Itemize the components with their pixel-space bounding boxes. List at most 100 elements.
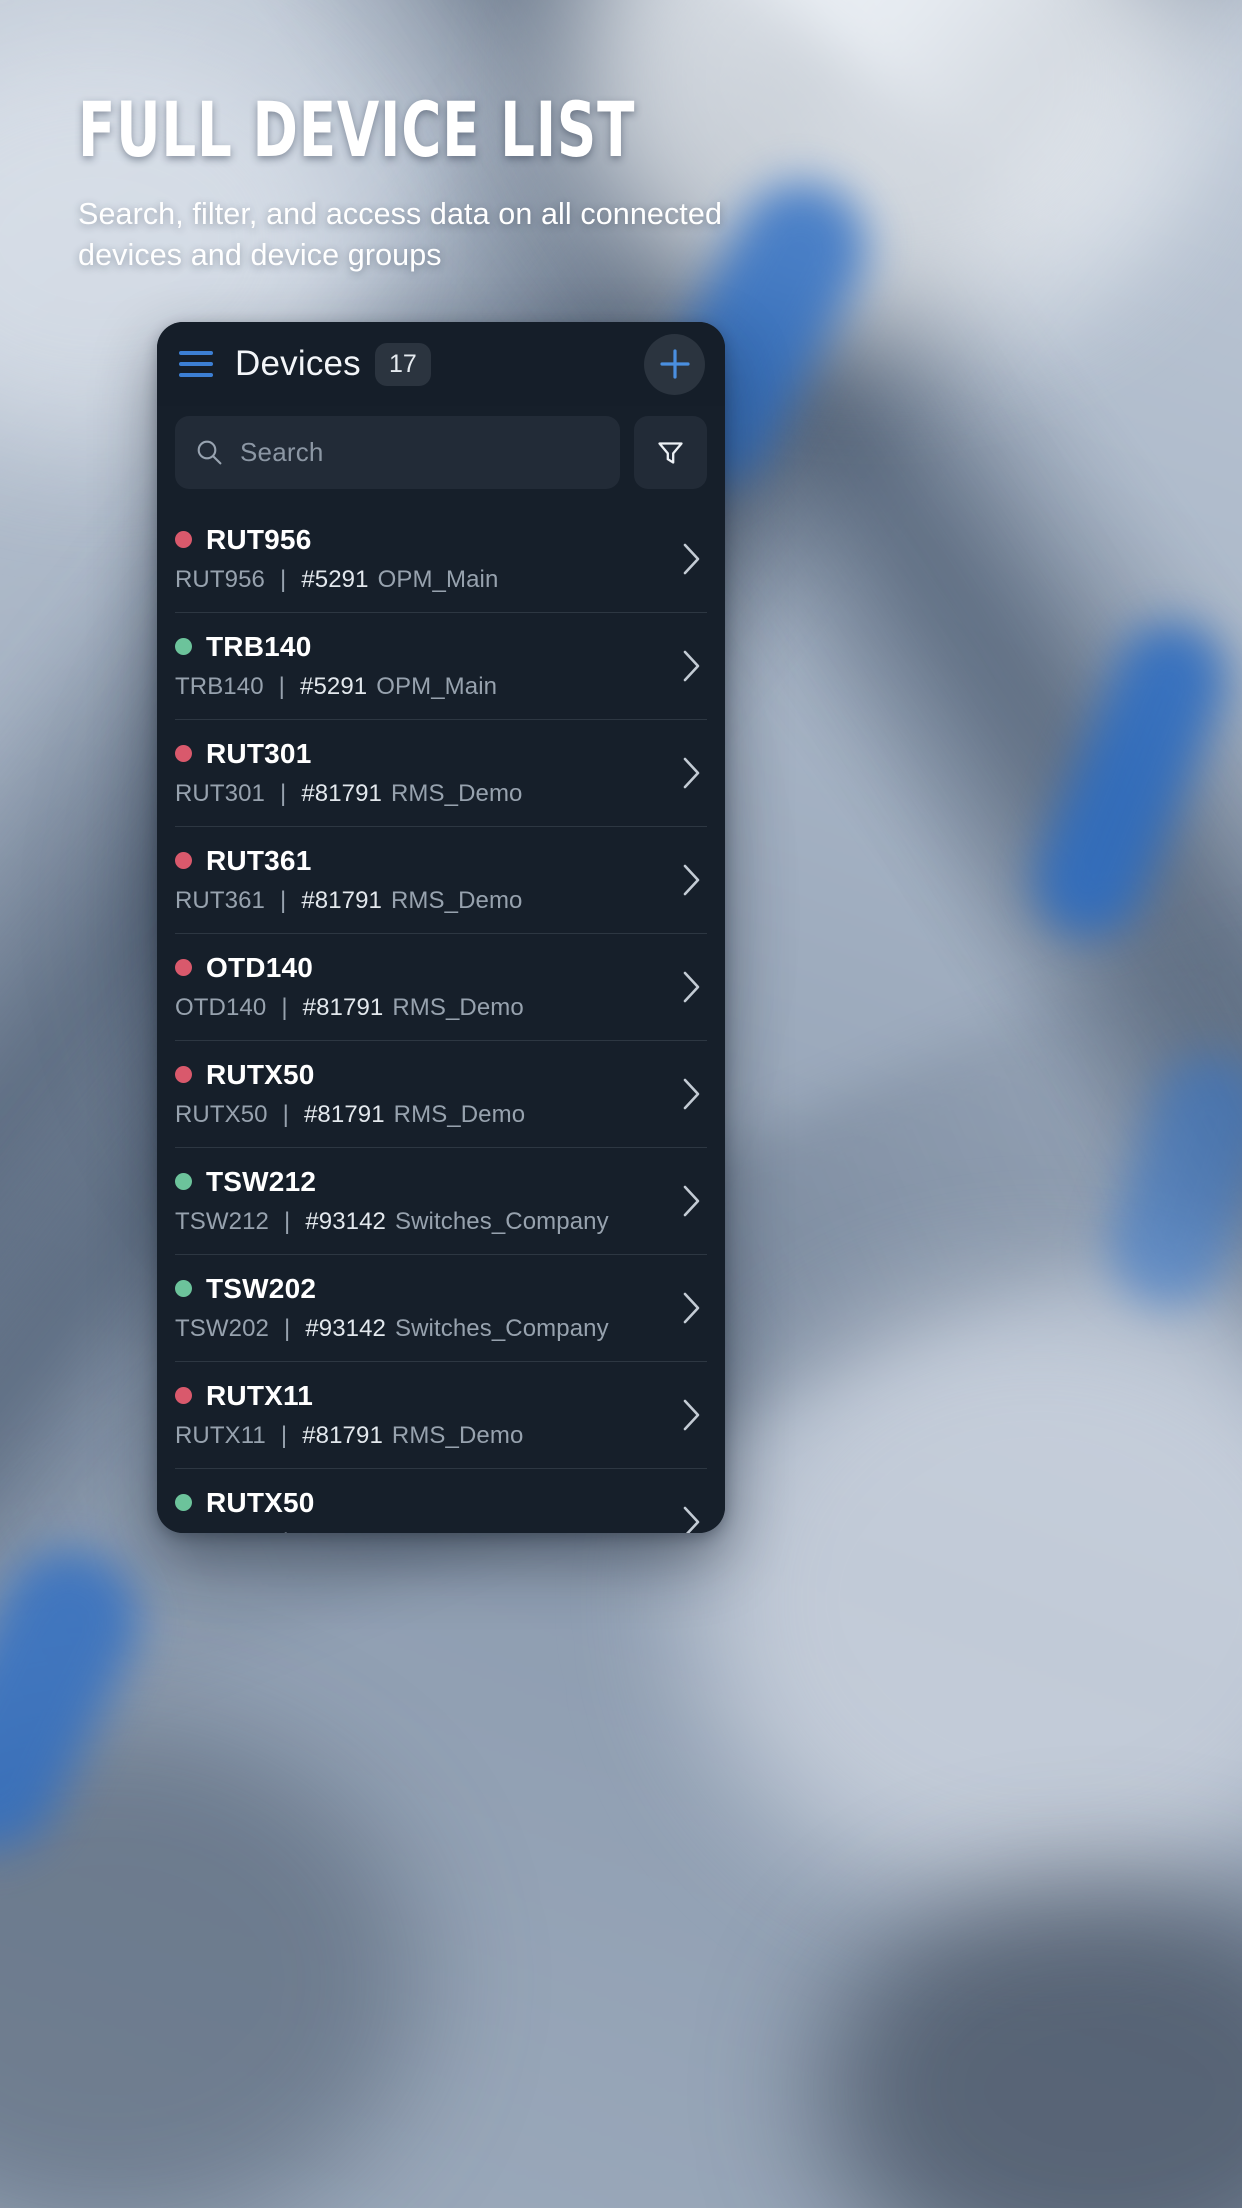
device-list-item[interactable]: RUT361 RUT361 | #81791 RMS_Demo	[157, 826, 725, 933]
device-group: RMS_Demo	[391, 886, 523, 914]
device-model: TSW202	[175, 1314, 269, 1342]
plus-icon	[659, 349, 690, 379]
device-row-content: OTD140 OTD140 | #81791 RMS_Demo	[175, 952, 667, 1022]
status-indicator-dot	[175, 531, 192, 548]
chevron-right-icon[interactable]	[681, 1291, 703, 1325]
device-meta-separator: |	[283, 1314, 291, 1342]
device-row-content: RUT361 RUT361 | #81791 RMS_Demo	[175, 845, 667, 915]
status-indicator-dot	[175, 1280, 192, 1297]
chevron-right-icon[interactable]	[681, 1505, 703, 1534]
device-id: #81791	[302, 1421, 383, 1449]
device-meta-separator: |	[282, 1100, 289, 1128]
app-title: Devices	[235, 344, 361, 383]
filter-button[interactable]	[634, 416, 707, 489]
device-name: OTD140	[206, 951, 314, 983]
device-group: RMS_Demo	[394, 1529, 526, 1534]
device-meta-separator: |	[279, 886, 287, 914]
chevron-right-icon[interactable]	[681, 542, 703, 576]
page-subtitle: Search, filter, and access data on all c…	[78, 197, 723, 272]
hamburger-menu-icon[interactable]	[179, 351, 213, 377]
device-list-item[interactable]: RUTX50 RUTX50 | #81791 RMS_Demo	[157, 1468, 725, 1533]
device-list-item[interactable]: RUTX11 RUTX11 | #81791 RMS_Demo	[157, 1361, 725, 1468]
device-id: #93142	[305, 1207, 386, 1235]
device-group: OPM_Main	[376, 672, 498, 700]
phone-mockup: Devices 17 Search RUT956 RUT956 | #5291 OPM_…	[157, 322, 725, 1533]
device-model: TSW212	[175, 1207, 269, 1235]
device-model: RUTX50	[175, 1529, 268, 1534]
search-input[interactable]: Search	[175, 416, 620, 489]
device-meta: RUT956 | #5291 OPM_Main	[175, 566, 667, 594]
device-meta-separator: |	[283, 1529, 289, 1534]
status-indicator-dot	[175, 638, 192, 655]
device-row-content: RUT301 RUT301 | #81791 RMS_Demo	[175, 738, 667, 808]
device-meta: TSW202 | #93142 Switches_Company	[175, 1315, 667, 1343]
device-row-header: RUTX50	[175, 1487, 667, 1519]
device-model: RUT956	[175, 565, 265, 593]
device-list-item[interactable]: RUT956 RUT956 | #5291 OPM_Main	[157, 505, 725, 612]
device-group: Switches_Company	[395, 1207, 609, 1235]
device-row-header: OTD140	[175, 952, 667, 984]
device-group: OPM_Main	[377, 565, 499, 593]
device-row-header: RUT301	[175, 738, 667, 770]
device-list-item[interactable]: OTD140 OTD140 | #81791 RMS_Demo	[157, 933, 725, 1040]
device-row-header: TRB140	[175, 631, 667, 663]
device-row-content: TSW202 TSW202 | #93142 Switches_Company	[175, 1273, 667, 1343]
device-group: RMS_Demo	[393, 1100, 526, 1128]
device-row-content: TRB140 TRB140 | #5291 OPM_Main	[175, 631, 667, 701]
device-meta-separator: |	[281, 993, 288, 1021]
device-meta-separator: |	[283, 1207, 291, 1235]
device-model: RUT301	[175, 779, 265, 807]
device-meta: RUTX50 | #81791 RMS_Demo	[175, 1101, 667, 1129]
device-list-item[interactable]: TSW202 TSW202 | #93142 Switches_Company	[157, 1254, 725, 1361]
status-indicator-dot	[175, 745, 192, 762]
chevron-right-icon[interactable]	[681, 1077, 703, 1111]
device-list-item[interactable]: RUTX50 RUTX50 | #81791 RMS_Demo	[157, 1040, 725, 1147]
status-indicator-dot	[175, 1387, 192, 1404]
device-name: RUT361	[206, 844, 312, 876]
status-indicator-dot	[175, 959, 192, 976]
device-name: RUT956	[206, 523, 312, 555]
chevron-right-icon[interactable]	[681, 1398, 703, 1432]
device-id: #93142	[305, 1314, 386, 1342]
device-meta: RUT361 | #81791 RMS_Demo	[175, 887, 667, 915]
device-meta-separator: |	[280, 1421, 288, 1449]
device-row-content: RUTX50 RUTX50 | #81791 RMS_Demo	[175, 1059, 667, 1129]
device-name: TSW212	[206, 1165, 317, 1197]
device-group: RMS_Demo	[391, 1421, 524, 1449]
device-row-header: RUTX50	[175, 1059, 667, 1091]
device-id: #81791	[304, 1529, 385, 1534]
device-row-content: TSW212 TSW212 | #93142 Switches_Company	[175, 1166, 667, 1236]
device-name: RUTX50	[206, 1486, 315, 1518]
device-meta-separator: |	[279, 779, 287, 807]
device-name: RUTX11	[206, 1379, 314, 1411]
device-id: #5291	[301, 565, 369, 593]
device-model: OTD140	[175, 993, 267, 1021]
device-group: Switches_Company	[395, 1314, 609, 1342]
device-list-item[interactable]: RUT301 RUT301 | #81791 RMS_Demo	[157, 719, 725, 826]
device-list-item[interactable]: TRB140 TRB140 | #5291 OPM_Main	[157, 612, 725, 719]
device-row-header: RUT956	[175, 524, 667, 556]
page-title: FULL DEVICE LIST	[78, 85, 636, 174]
device-row-content: RUT956 RUT956 | #5291 OPM_Main	[175, 524, 667, 594]
device-meta-separator: |	[279, 565, 287, 593]
device-name: RUTX50	[206, 1058, 315, 1090]
status-indicator-dot	[175, 1173, 192, 1190]
device-row-content: RUTX11 RUTX11 | #81791 RMS_Demo	[175, 1380, 667, 1450]
device-list-item[interactable]: TSW212 TSW212 | #93142 Switches_Company	[157, 1147, 725, 1254]
device-id: #81791	[301, 886, 382, 914]
add-device-button[interactable]	[644, 333, 705, 395]
device-meta: RUT301 | #81791 RMS_Demo	[175, 780, 667, 808]
chevron-right-icon[interactable]	[681, 756, 703, 790]
chevron-right-icon[interactable]	[681, 863, 703, 897]
search-icon	[197, 440, 222, 465]
chevron-right-icon[interactable]	[681, 970, 703, 1004]
device-model: RUTX50	[175, 1100, 268, 1128]
device-meta: TRB140 | #5291 OPM_Main	[175, 673, 667, 701]
hero-section: FULL DEVICE LIST Search, filter, and acc…	[78, 88, 798, 276]
chevron-right-icon[interactable]	[681, 649, 703, 683]
chevron-right-icon[interactable]	[681, 1184, 703, 1218]
search-placeholder: Search	[240, 437, 324, 467]
device-name: TRB140	[206, 630, 312, 662]
device-row-header: RUTX11	[175, 1380, 667, 1412]
app-header: Devices 17	[157, 322, 725, 406]
